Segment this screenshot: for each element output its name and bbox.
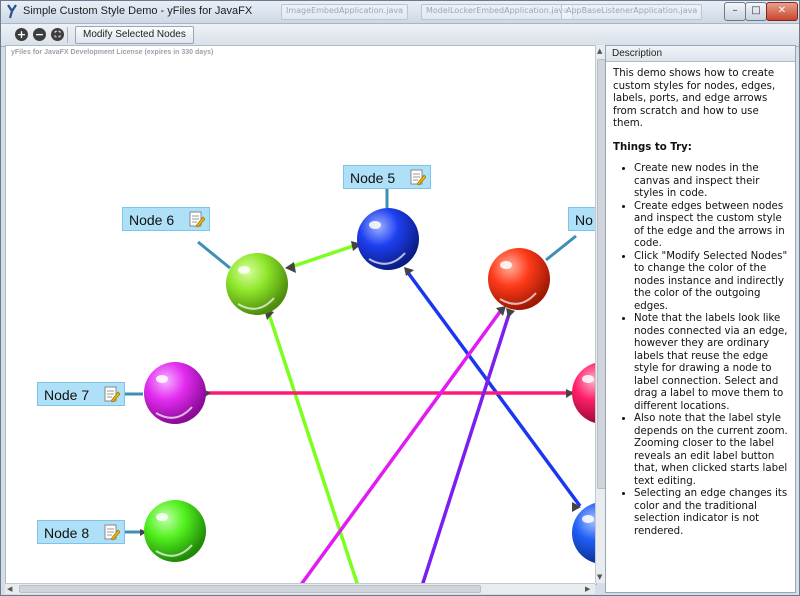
minimize-button[interactable]: – bbox=[724, 2, 746, 21]
window-title: Simple Custom Style Demo - yFiles for Ja… bbox=[23, 5, 253, 17]
close-button[interactable]: ✕ bbox=[766, 2, 798, 21]
toolbar-separator bbox=[67, 27, 68, 43]
graph-node[interactable] bbox=[572, 502, 596, 564]
edge[interactable] bbox=[299, 307, 504, 584]
graph-node[interactable] bbox=[357, 208, 419, 270]
scroll-down-icon[interactable]: ▼ bbox=[597, 573, 602, 581]
horizontal-scroll-thumb[interactable] bbox=[19, 585, 481, 593]
graph-node[interactable] bbox=[226, 253, 288, 315]
list-item: Click "Modify Selected Nodes" to change … bbox=[634, 251, 791, 314]
app-window: Simple Custom Style Demo - yFiles for Ja… bbox=[0, 0, 800, 596]
yfiles-app-icon bbox=[7, 4, 17, 19]
node-label-7[interactable]: Node 7 bbox=[37, 382, 125, 406]
graph-node[interactable] bbox=[572, 362, 596, 424]
edit-label-icon[interactable] bbox=[410, 169, 426, 186]
edge-arrow bbox=[285, 262, 296, 273]
description-panel: Description This demo shows how to creat… bbox=[605, 45, 796, 593]
node-label-5[interactable]: Node 5 bbox=[343, 165, 431, 189]
node-label-text: No bbox=[575, 212, 593, 228]
list-item: Note that the labels look like nodes con… bbox=[634, 313, 791, 413]
edit-label-icon[interactable] bbox=[104, 386, 120, 403]
node-label-text: Node 8 bbox=[44, 525, 90, 541]
graph-canvas[interactable]: yFiles for JavaFX Development License (e… bbox=[5, 45, 597, 585]
node-label-partial[interactable]: No bbox=[568, 207, 596, 231]
scroll-left-icon[interactable]: ◀ bbox=[7, 585, 12, 593]
description-header: Description bbox=[606, 46, 795, 62]
title-bar: Simple Custom Style Demo - yFiles for Ja… bbox=[1, 1, 799, 24]
graph-svg bbox=[124, 189, 596, 584]
label-connector bbox=[545, 234, 577, 262]
scroll-right-icon[interactable]: ▶ bbox=[585, 585, 590, 593]
horizontal-scrollbar[interactable]: ◀ ▶ bbox=[5, 583, 595, 594]
zoom-in-icon[interactable]: + bbox=[15, 28, 28, 41]
list-item: Create edges between nodes and inspect t… bbox=[634, 201, 791, 251]
node-label-text: Node 5 bbox=[350, 170, 396, 186]
node-label-6[interactable]: Node 6 bbox=[122, 207, 210, 231]
graph-node[interactable] bbox=[144, 362, 206, 424]
list-item: Also note that the label style depends o… bbox=[634, 413, 791, 488]
description-body: This demo shows how to create custom sty… bbox=[613, 68, 791, 538]
description-intro: This demo shows how to create custom sty… bbox=[613, 68, 776, 129]
edge[interactable] bbox=[266, 310, 360, 584]
list-item: Selecting an edge changes its color and … bbox=[634, 488, 791, 538]
maximize-button[interactable]: □ bbox=[745, 2, 767, 21]
node-label-8[interactable]: Node 8 bbox=[37, 520, 125, 544]
list-item: Create new nodes in the canvas and inspe… bbox=[634, 163, 791, 201]
node-label-text: Node 6 bbox=[129, 212, 175, 228]
things-to-try-list: Create new nodes in the canvas and inspe… bbox=[613, 163, 791, 538]
modify-selected-nodes-button[interactable]: Modify Selected Nodes bbox=[75, 26, 194, 44]
things-to-try-heading: Things to Try: bbox=[613, 141, 692, 153]
edit-label-icon[interactable] bbox=[189, 211, 205, 228]
edge[interactable] bbox=[287, 243, 357, 270]
scroll-up-icon[interactable]: ▲ bbox=[597, 47, 602, 55]
edit-label-icon[interactable] bbox=[104, 524, 120, 541]
graph-node[interactable] bbox=[488, 248, 550, 310]
background-tab: ModelLockerEmbedApplication.java bbox=[421, 4, 574, 20]
edge[interactable] bbox=[404, 268, 582, 508]
background-tab: AppBaseListenerApplication.java bbox=[561, 4, 703, 20]
zoom-out-icon[interactable]: − bbox=[33, 28, 46, 41]
toolbar: + − ⛶ Modify Selected Nodes bbox=[1, 24, 799, 47]
graph-node[interactable] bbox=[144, 500, 206, 562]
fit-content-icon[interactable]: ⛶ bbox=[51, 28, 64, 41]
background-tab: ImageEmbedApplication.java bbox=[281, 4, 408, 20]
node-label-text: Node 7 bbox=[44, 387, 90, 403]
label-connector bbox=[197, 240, 231, 270]
